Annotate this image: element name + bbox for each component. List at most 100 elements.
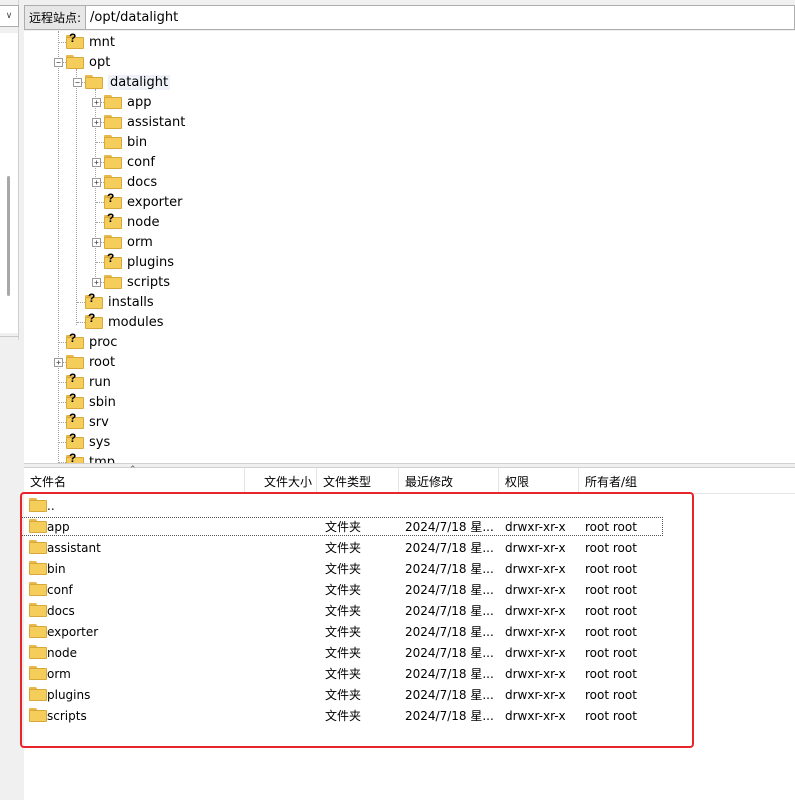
file-type-cell: 文件夹 (325, 604, 362, 618)
folder-icon (66, 55, 84, 69)
file-type-cell: 文件夹 (325, 667, 362, 681)
file-name-cell: exporter (47, 624, 99, 639)
file-row-plugins[interactable]: plugins 文件夹 2024/7/18 星... drwxr-xr-x root r… (24, 684, 795, 705)
chevron-down-icon[interactable]: ∨ (0, 5, 19, 27)
sort-ascending-icon: ⌃ (129, 465, 137, 475)
tree-item-app[interactable]: app (104, 92, 151, 112)
tree-item-label: srv (89, 414, 109, 430)
folder-icon (104, 115, 122, 129)
tree-item-label: scripts (127, 274, 170, 290)
column-header-modified[interactable]: 最近修改 (399, 468, 499, 494)
tree-item-label: conf (127, 154, 155, 170)
tree-item-sys[interactable]: ? sys (66, 431, 110, 452)
file-row-parent[interactable]: .. (24, 495, 795, 516)
remote-site-path-input[interactable]: /opt/datalight (86, 5, 795, 30)
file-name-cell: scripts (47, 708, 87, 723)
file-owner-cell: root root (585, 540, 637, 555)
folder-unknown-icon: ? (66, 331, 84, 349)
tree-item-root[interactable]: root (66, 352, 115, 372)
column-header-permissions[interactable]: 权限 (499, 468, 579, 494)
left-pane-strip: ∨ (0, 0, 19, 800)
file-name-cell: docs (47, 603, 75, 618)
file-type-cell: 文件夹 (325, 688, 362, 702)
tree-item-tmp[interactable]: ? tmp (66, 451, 115, 463)
file-name-cell: plugins (47, 687, 91, 702)
remote-site-label: 远程站点: (24, 5, 87, 30)
tree-item-bin[interactable]: bin (104, 132, 147, 152)
column-header-owner[interactable]: 所有者/组 (579, 468, 661, 494)
file-owner-cell: root root (585, 582, 637, 597)
file-row-bin[interactable]: bin 文件夹 2024/7/18 星... drwxr-xr-x root root (24, 558, 795, 579)
file-name-cell: conf (47, 582, 73, 597)
tree-item-conf[interactable]: conf (104, 152, 155, 172)
tree-item-installs[interactable]: ? installs (85, 291, 154, 312)
tree-item-node[interactable]: ? node (104, 211, 159, 232)
tree-item-modules[interactable]: ? modules (85, 311, 164, 332)
tree-item-datalight[interactable]: datalight (85, 72, 171, 92)
file-type-cell: 文件夹 (325, 541, 362, 555)
tree-item-srv[interactable]: ? srv (66, 411, 109, 432)
tree-item-exporter[interactable]: ? exporter (104, 191, 183, 212)
tree-item-assistant[interactable]: assistant (104, 112, 185, 132)
column-header-type-label: 文件类型 (323, 474, 372, 489)
tree-item-label: plugins (127, 254, 174, 270)
folder-icon (104, 235, 122, 249)
tree-item-proc[interactable]: ? proc (66, 331, 117, 352)
tree-item-scripts[interactable]: scripts (104, 272, 170, 292)
tree-item-label: run (89, 374, 111, 390)
file-permissions-cell: drwxr-xr-x (505, 708, 566, 723)
file-row-node[interactable]: node 文件夹 2024/7/18 星... drwxr-xr-x root root (24, 642, 795, 663)
file-owner-cell: root root (585, 708, 637, 723)
file-name-cell: bin (47, 561, 66, 576)
tree-item-label: bin (127, 134, 148, 150)
folder-icon (104, 175, 122, 189)
tree-expand-icon[interactable]: + (92, 98, 101, 107)
column-header-name[interactable]: 文件名 ⌃ (24, 465, 245, 494)
file-owner-cell: root root (585, 687, 637, 702)
tree-item-plugins[interactable]: ? plugins (104, 251, 174, 272)
tree-expand-icon[interactable]: + (54, 358, 63, 367)
file-type-cell: 文件夹 (325, 625, 362, 639)
file-name-cell: orm (47, 666, 71, 681)
file-row-assistant[interactable]: assistant 文件夹 2024/7/18 星... drwxr-xr-x root… (24, 537, 795, 558)
tree-collapse-icon[interactable]: − (54, 58, 63, 67)
folder-icon (29, 708, 47, 722)
file-row-exporter[interactable]: exporter 文件夹 2024/7/18 星... drwxr-xr-x root … (24, 621, 795, 642)
left-pane-lower (0, 340, 19, 800)
file-permissions-cell: drwxr-xr-x (505, 666, 566, 681)
folder-unknown-icon: ? (104, 191, 122, 209)
file-owner-cell: root root (585, 561, 637, 576)
tree-item-opt[interactable]: opt (66, 52, 110, 72)
file-modified-cell: 2024/7/18 星... (405, 709, 494, 723)
file-row-conf[interactable]: conf 文件夹 2024/7/18 星... drwxr-xr-x root root (24, 579, 795, 600)
file-modified-cell: 2024/7/18 星... (405, 562, 494, 576)
tree-item-label: sbin (89, 394, 116, 410)
column-header-size[interactable]: 文件大小 (245, 468, 317, 494)
tree-item-label: root (89, 354, 116, 370)
tree-item-label: exporter (127, 194, 183, 210)
tree-expand-icon[interactable]: + (92, 278, 101, 287)
tree-expand-icon[interactable]: + (92, 118, 101, 127)
tree-item-sbin[interactable]: ? sbin (66, 391, 116, 412)
tree-item-mnt[interactable]: ? mnt (66, 31, 115, 52)
tree-guide-line (76, 69, 77, 325)
folder-unknown-icon: ? (66, 411, 84, 429)
file-modified-cell: 2024/7/18 星... (405, 667, 494, 681)
tree-collapse-icon[interactable]: − (73, 78, 82, 87)
left-pane-scrollbar[interactable] (7, 176, 10, 296)
tree-expand-icon[interactable]: + (92, 158, 101, 167)
column-header-type[interactable]: 文件类型 (317, 468, 399, 494)
tree-item-docs[interactable]: docs (104, 172, 157, 192)
file-row-docs[interactable]: docs 文件夹 2024/7/18 星... drwxr-xr-x root root (24, 600, 795, 621)
tree-expand-icon[interactable]: + (92, 178, 101, 187)
file-row-scripts[interactable]: scripts 文件夹 2024/7/18 星... drwxr-xr-x root r… (24, 705, 795, 726)
tree-item-orm[interactable]: orm (104, 232, 153, 252)
file-modified-cell: 2024/7/18 星... (405, 625, 494, 639)
tree-expand-icon[interactable]: + (92, 238, 101, 247)
file-row-orm[interactable]: orm 文件夹 2024/7/18 星... drwxr-xr-x root root (24, 663, 795, 684)
tree-item-run[interactable]: ? run (66, 371, 111, 392)
file-permissions-cell: drwxr-xr-x (505, 603, 566, 618)
folder-icon (104, 135, 122, 149)
tree-item-label: docs (127, 174, 158, 190)
file-modified-cell: 2024/7/18 星... (405, 604, 494, 618)
